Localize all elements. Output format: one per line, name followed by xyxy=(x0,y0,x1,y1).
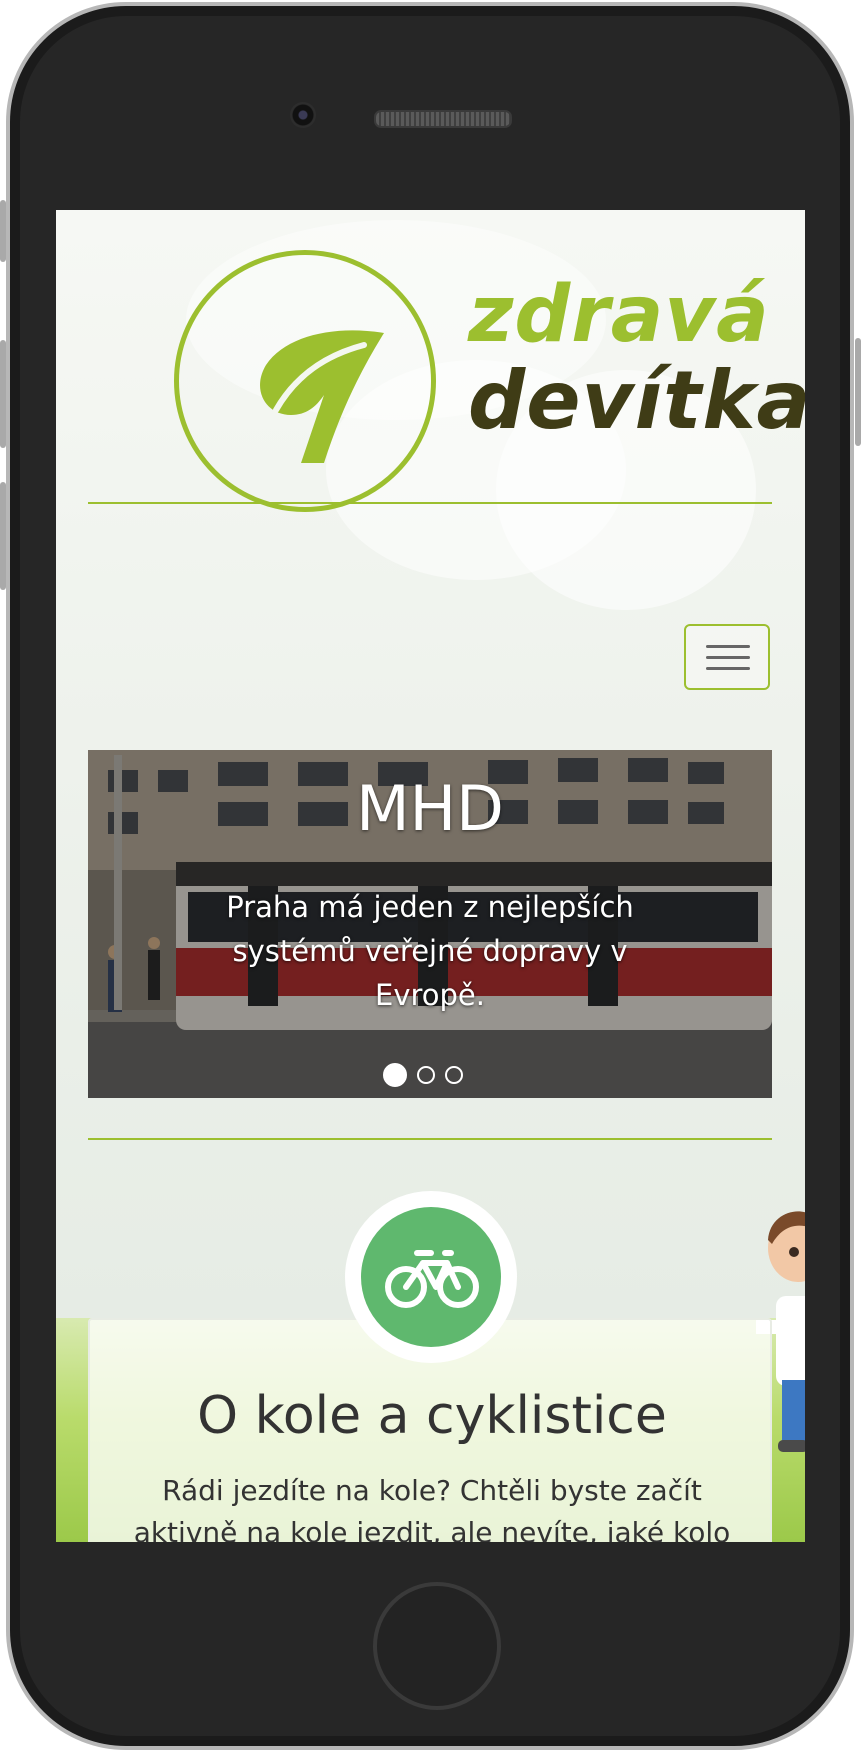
phone-camera xyxy=(290,102,316,128)
divider xyxy=(88,502,772,504)
screen: zdravá devítka MHD Praha má jeden z nejl… xyxy=(56,210,805,1542)
menu-toggle-button[interactable] xyxy=(684,624,770,690)
carousel-title: MHD xyxy=(356,772,504,845)
carousel-caption: Praha má jeden z nejlepších systémů veře… xyxy=(226,890,634,1012)
phone-volume-down xyxy=(0,482,6,590)
leaf-icon xyxy=(260,330,384,463)
bicycle-icon xyxy=(385,1250,479,1308)
phone-power-button xyxy=(855,338,861,446)
carousel-indicator-1[interactable] xyxy=(383,1063,407,1087)
divider xyxy=(88,1138,772,1140)
carousel-indicator-3[interactable] xyxy=(445,1066,463,1084)
carousel-indicator-2[interactable] xyxy=(417,1066,435,1084)
carousel[interactable]: MHD Praha má jeden z nejlepších systémů … xyxy=(88,750,772,1098)
carousel-indicators xyxy=(383,1063,463,1087)
feature-icon-button[interactable] xyxy=(361,1207,501,1347)
logo-text-line2: devítka xyxy=(468,354,805,447)
phone-speaker xyxy=(374,110,512,128)
phone-side-button xyxy=(0,200,6,262)
phone-home-button[interactable] xyxy=(373,1582,501,1710)
logo-text-line1: zdravá xyxy=(468,270,770,360)
feature-text: Rádi jezdíte na kole? Chtěli byste začít… xyxy=(133,1474,731,1542)
phone-volume-up xyxy=(0,340,6,448)
feature-title: O kole a cyklistice xyxy=(197,1386,667,1446)
